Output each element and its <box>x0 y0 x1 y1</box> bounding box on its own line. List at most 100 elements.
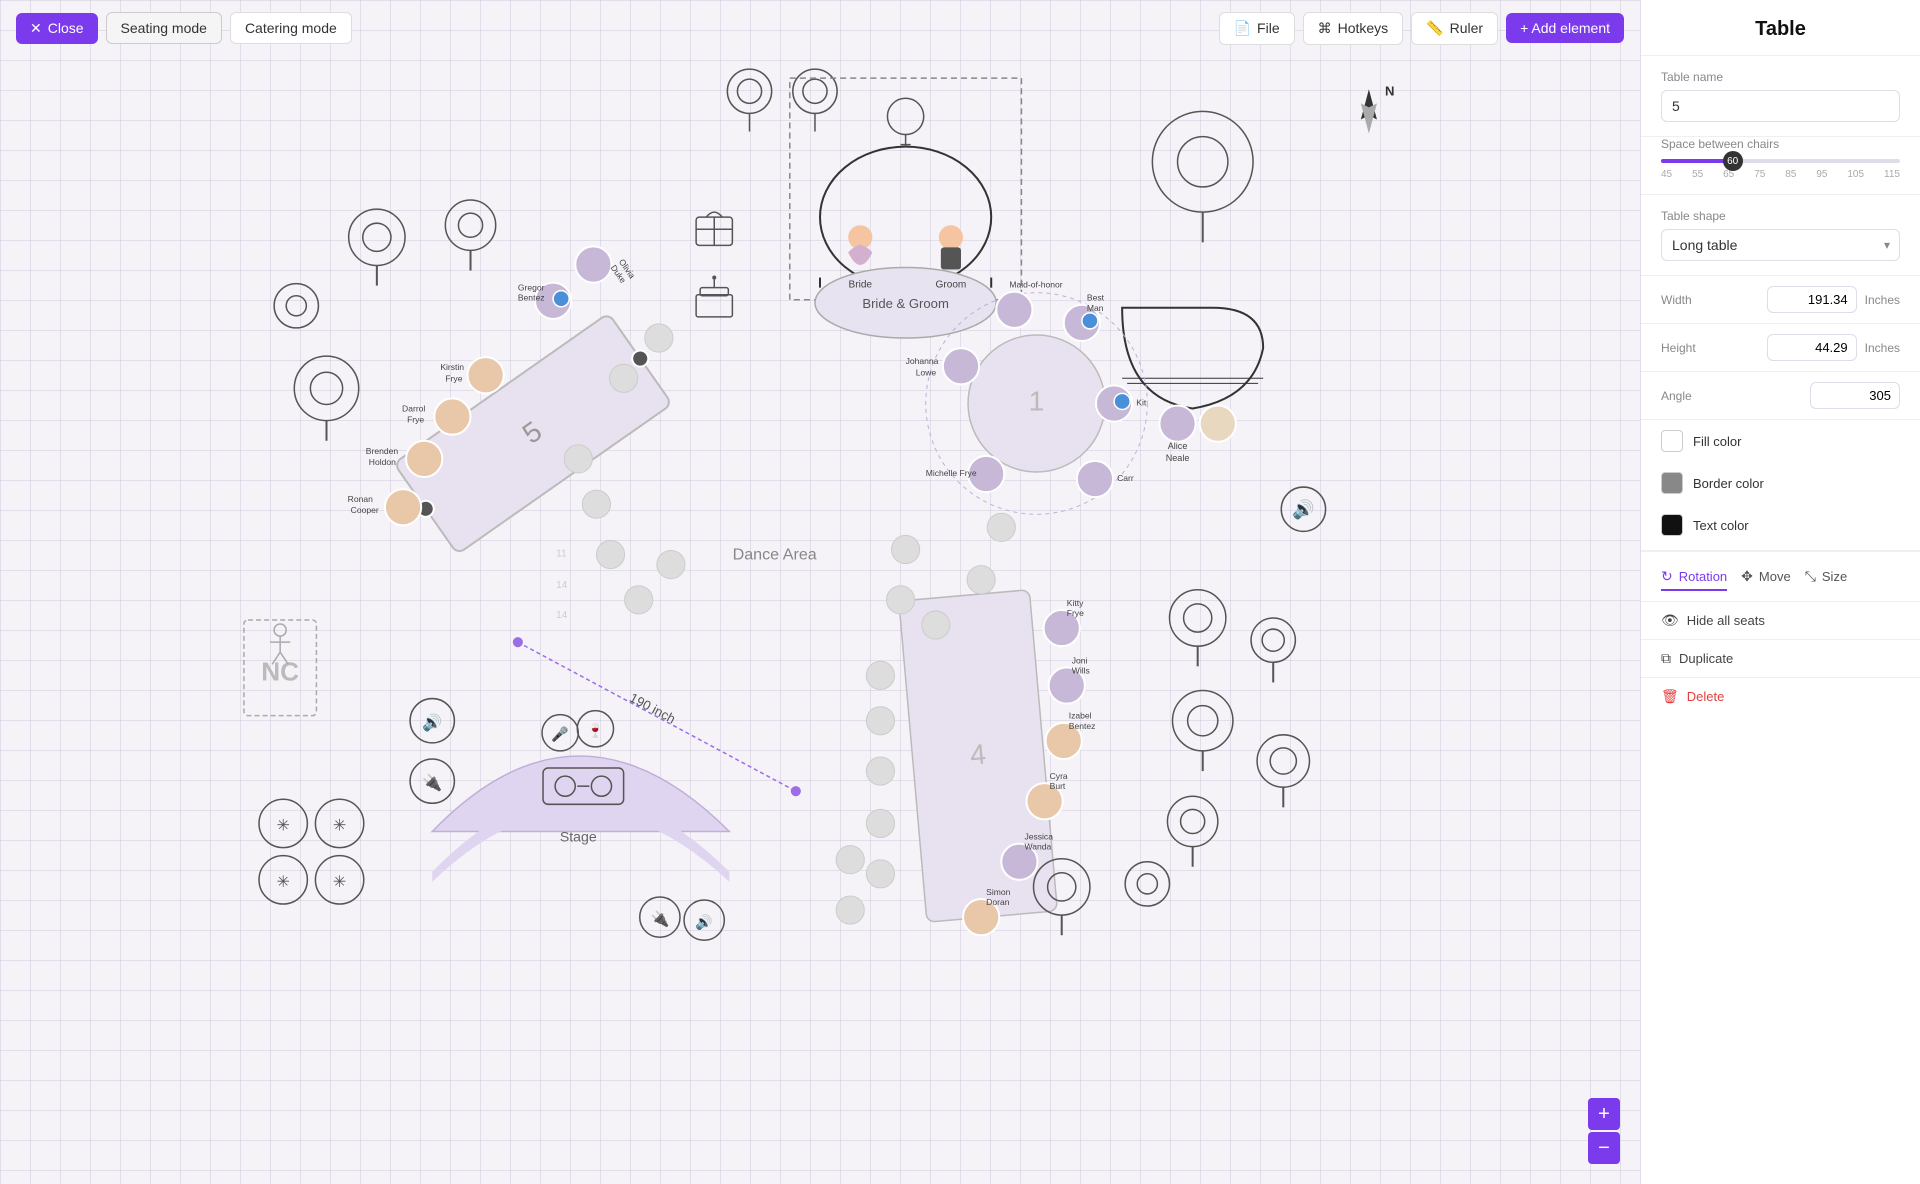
ruler-button[interactable]: 📏 Ruler <box>1411 12 1498 45</box>
svg-text:Best: Best <box>1087 293 1105 303</box>
wc-label: NC <box>261 656 299 686</box>
rotation-tab[interactable]: ↻ Rotation <box>1661 562 1727 591</box>
svg-text:🍷: 🍷 <box>587 723 603 738</box>
spin-icon-2: ✳ <box>315 799 363 847</box>
dance-area-label: Dance Area <box>733 546 817 564</box>
person-kitty-frye: Kitty Frye <box>1044 598 1085 646</box>
zoom-in-button[interactable]: + <box>1588 1098 1620 1130</box>
angle-input[interactable] <box>1810 382 1900 409</box>
duplicate-label: Duplicate <box>1679 651 1733 666</box>
plug-bottom-1: 🔌 <box>640 897 680 937</box>
move-icon: ✥ <box>1741 568 1753 585</box>
stage-label: Stage <box>560 829 597 845</box>
svg-text:Groom: Groom <box>936 280 967 291</box>
svg-text:Joni: Joni <box>1072 655 1088 665</box>
person-olivia-duke: Olivia Duke <box>575 246 637 285</box>
ruler-label: Ruler <box>1450 20 1483 36</box>
svg-text:Neale: Neale <box>1166 453 1190 463</box>
piano <box>1122 308 1263 409</box>
spin-icon-4: ✳ <box>315 856 363 904</box>
tree-right-mid-2 <box>1251 618 1295 682</box>
compass: N <box>1361 83 1395 133</box>
svg-text:🔊: 🔊 <box>695 913 713 931</box>
svg-text:Alice: Alice <box>1168 441 1188 451</box>
person-kit: Kit <box>1096 385 1147 421</box>
svg-text:Bentez: Bentez <box>518 293 545 303</box>
size-label: Size <box>1822 569 1847 584</box>
svg-text:✳: ✳ <box>333 873 347 891</box>
person-gregor-bentez: Gregor Bentez <box>518 283 571 319</box>
hotkeys-icon: ⌘ <box>1318 20 1332 37</box>
svg-text:Bentez: Bentez <box>1069 721 1096 731</box>
svg-text:14: 14 <box>556 610 568 621</box>
svg-text:4: 4 <box>969 737 987 770</box>
svg-text:Kitty: Kitty <box>1067 598 1084 608</box>
width-input[interactable] <box>1767 286 1857 313</box>
catering-mode-label: Catering mode <box>245 20 337 36</box>
slider-thumb: 60 <box>1723 151 1743 171</box>
rotation-label: Rotation <box>1679 569 1727 584</box>
table-shape-select[interactable]: Long table Round table Square table Oval… <box>1661 229 1900 261</box>
add-element-label: + Add element <box>1520 20 1610 36</box>
size-tab[interactable]: ⤡ Size <box>1805 562 1848 591</box>
file-button[interactable]: 📄 File <box>1219 12 1295 45</box>
border-color-swatch[interactable] <box>1661 472 1683 494</box>
zoom-in-label: + <box>1598 1103 1610 1126</box>
angle-label: Angle <box>1661 389 1692 403</box>
table-5[interactable]: 5 <box>387 309 678 559</box>
person-darrol-frye: Darrol Frye <box>402 398 470 434</box>
fill-color-row: Fill color <box>1641 420 1920 462</box>
svg-text:Lowe: Lowe <box>916 367 937 377</box>
size-icon: ⤡ <box>1805 568 1816 585</box>
floor-plan[interactable]: Bride & Groom Bride Groom <box>0 56 1640 1184</box>
delete-button[interactable]: 🗑 Delete <box>1641 677 1920 715</box>
duplicate-button[interactable]: ⧉ Duplicate <box>1641 639 1920 677</box>
delete-label: Delete <box>1687 689 1725 704</box>
catering-mode-button[interactable]: Catering mode <box>230 12 352 44</box>
svg-text:Holdon: Holdon <box>369 457 396 467</box>
svg-text:Frye: Frye <box>407 415 424 425</box>
zoom-out-button[interactable]: − <box>1588 1132 1620 1164</box>
svg-text:Wills: Wills <box>1072 665 1090 675</box>
zoom-out-label: − <box>1598 1137 1610 1160</box>
tree-right-top <box>1152 111 1253 242</box>
close-button[interactable]: ✕ Close <box>16 13 98 44</box>
tree-br-2 <box>1257 735 1309 808</box>
svg-text:Doran: Doran <box>986 897 1010 907</box>
toolbar: ✕ Close Seating mode Catering mode 📄 Fil… <box>0 0 1640 56</box>
height-input-group: Inches <box>1767 334 1900 361</box>
add-element-button[interactable]: + Add element <box>1506 13 1624 43</box>
svg-text:Darrol: Darrol <box>402 404 425 414</box>
lightbulb-right <box>1125 862 1169 906</box>
seating-mode-button[interactable]: Seating mode <box>106 12 222 44</box>
height-input[interactable] <box>1767 334 1857 361</box>
height-row: Height Inches <box>1641 324 1920 372</box>
svg-text:Ronan: Ronan <box>348 494 373 504</box>
hide-seats-label: Hide all seats <box>1687 613 1765 628</box>
move-label: Move <box>1759 569 1791 584</box>
hotkeys-button[interactable]: ⌘ Hotkeys <box>1303 12 1404 45</box>
trash-icon: 🗑 <box>1661 688 1679 705</box>
svg-text:Man: Man <box>1087 303 1104 313</box>
svg-text:Kirstin: Kirstin <box>440 362 464 372</box>
svg-text:✳: ✳ <box>333 816 347 834</box>
svg-text:Bride: Bride <box>849 280 873 291</box>
person-best-man: Best Man <box>1064 293 1105 341</box>
hide-seats-button[interactable]: 👁 Hide all seats <box>1641 601 1920 639</box>
text-color-swatch[interactable] <box>1661 514 1683 536</box>
rotation-icon: ↻ <box>1661 568 1673 585</box>
ruler-icon: 📏 <box>1426 20 1443 37</box>
svg-text:🎤: 🎤 <box>551 725 569 743</box>
svg-text:✳: ✳ <box>276 816 289 834</box>
svg-text:🔊: 🔊 <box>422 712 442 733</box>
slider-track[interactable]: 60 <box>1661 159 1900 163</box>
table-name-input[interactable] <box>1661 90 1900 122</box>
fill-color-swatch[interactable] <box>1661 430 1683 452</box>
close-icon: ✕ <box>30 20 42 37</box>
file-label: File <box>1257 20 1280 36</box>
zoom-controls: + − <box>1588 1098 1620 1164</box>
alice-neale: Alice Neale <box>1159 405 1236 462</box>
move-tab[interactable]: ✥ Move <box>1741 562 1791 591</box>
speaker-left: 🔊 <box>410 699 454 743</box>
width-row: Width Inches <box>1641 276 1920 324</box>
